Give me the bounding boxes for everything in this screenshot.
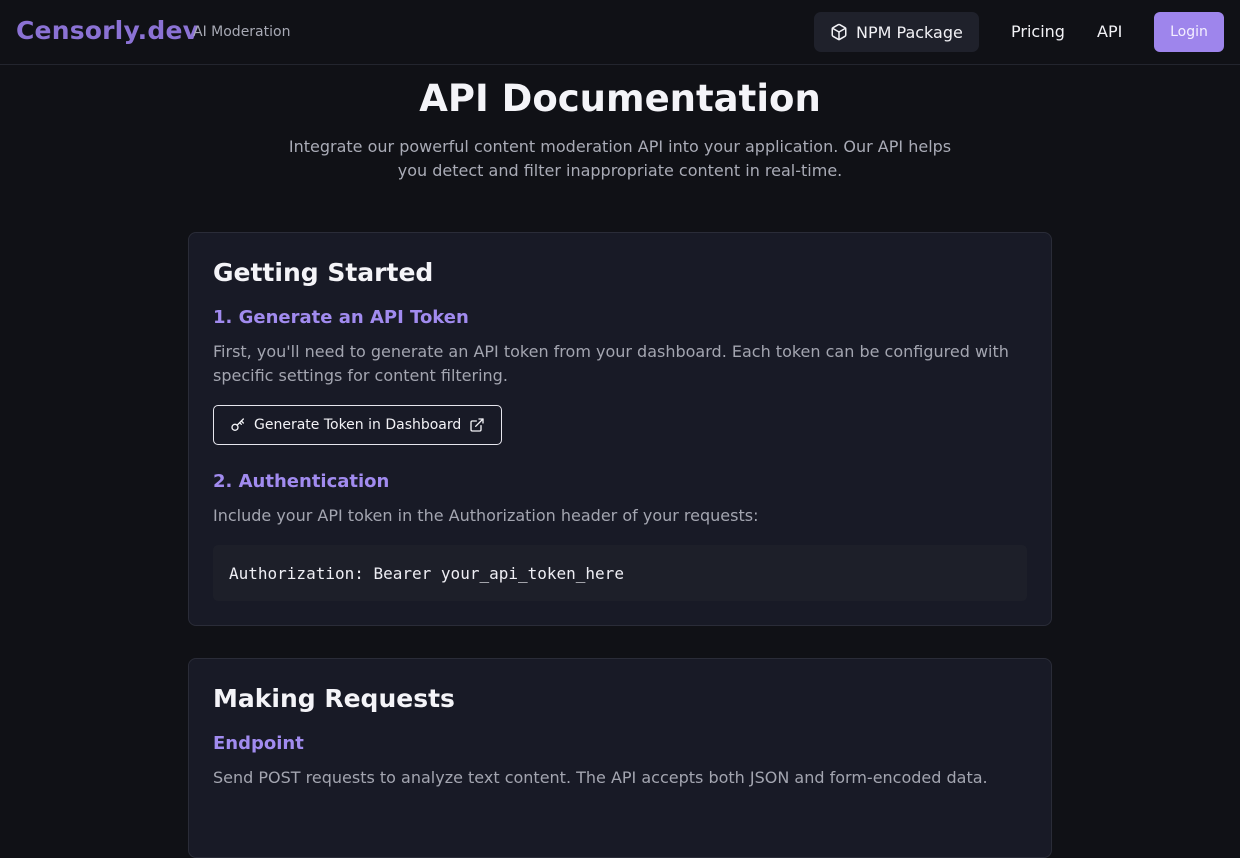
page-title: API Documentation xyxy=(419,77,821,120)
making-requests-title: Making Requests xyxy=(213,684,455,713)
getting-started-title: Getting Started xyxy=(213,258,434,287)
auth-header-code: Authorization: Bearer your_api_token_her… xyxy=(229,563,624,583)
npm-package-button[interactable]: NPM Package xyxy=(814,12,979,52)
step-authentication-text: Include your API token in the Authorizat… xyxy=(213,506,759,525)
external-link-icon xyxy=(469,417,485,433)
brand-logo[interactable]: Censorly.dev xyxy=(16,16,199,46)
npm-package-label: NPM Package xyxy=(856,22,963,42)
endpoint-heading: Endpoint xyxy=(213,733,304,754)
page-subtitle: Integrate our powerful content moderatio… xyxy=(288,137,952,180)
endpoint-text: Send POST requests to analyze text conte… xyxy=(213,768,988,787)
key-icon xyxy=(230,417,246,433)
generate-token-button[interactable]: Generate Token in Dashboard xyxy=(213,405,503,445)
login-button[interactable]: Login xyxy=(1154,12,1224,52)
step-generate-token-text: First, you'll need to generate an API to… xyxy=(213,342,1009,385)
package-icon xyxy=(830,23,848,41)
getting-started-card: Getting Started 1. Generate an API Token… xyxy=(188,232,1052,626)
auth-header-code-block[interactable]: Authorization: Bearer your_api_token_her… xyxy=(213,545,1027,601)
nav-pricing-link[interactable]: Pricing xyxy=(1011,22,1065,42)
step-generate-token-heading: 1. Generate an API Token xyxy=(213,307,469,328)
step-authentication-heading: 2. Authentication xyxy=(213,471,390,492)
brand-tagline: AI Moderation xyxy=(193,24,291,40)
top-navbar: Censorly.dev AI Moderation NPM Package P… xyxy=(0,0,1240,65)
generate-token-label: Generate Token in Dashboard xyxy=(254,417,462,433)
making-requests-card: Making Requests Endpoint Send POST reque… xyxy=(188,658,1052,858)
nav-api-link[interactable]: API xyxy=(1097,22,1122,42)
